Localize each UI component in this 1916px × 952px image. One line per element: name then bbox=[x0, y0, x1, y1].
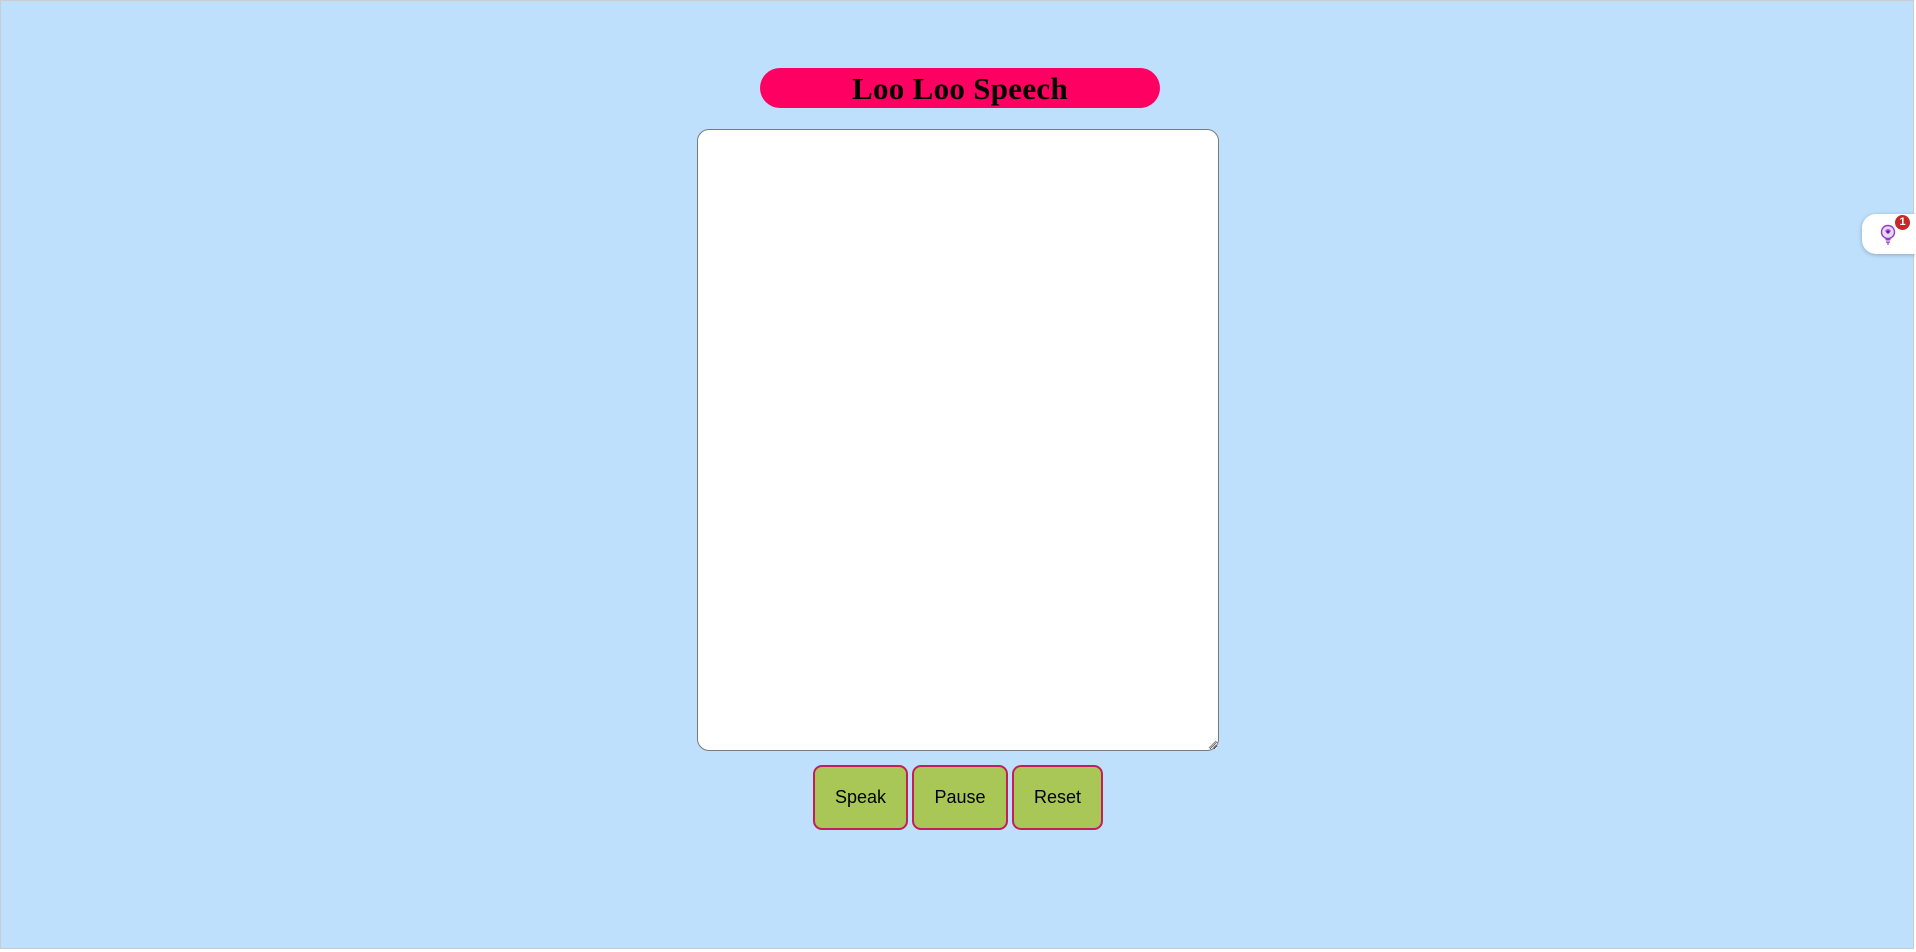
page-viewport: Loo Loo Speech Speak Pause Reset bbox=[0, 0, 1914, 949]
reset-button[interactable]: Reset bbox=[1012, 765, 1103, 830]
speech-text-input[interactable] bbox=[697, 129, 1219, 751]
notification-badge: 1 bbox=[1895, 215, 1910, 230]
title-banner: Loo Loo Speech bbox=[760, 68, 1160, 108]
pause-button[interactable]: Pause bbox=[912, 765, 1008, 830]
page-title: Loo Loo Speech bbox=[851, 70, 1069, 106]
lightbulb-brain-icon bbox=[1880, 224, 1896, 245]
speak-button[interactable]: Speak bbox=[813, 765, 908, 830]
extension-widget-button[interactable]: 1 bbox=[1862, 214, 1916, 254]
